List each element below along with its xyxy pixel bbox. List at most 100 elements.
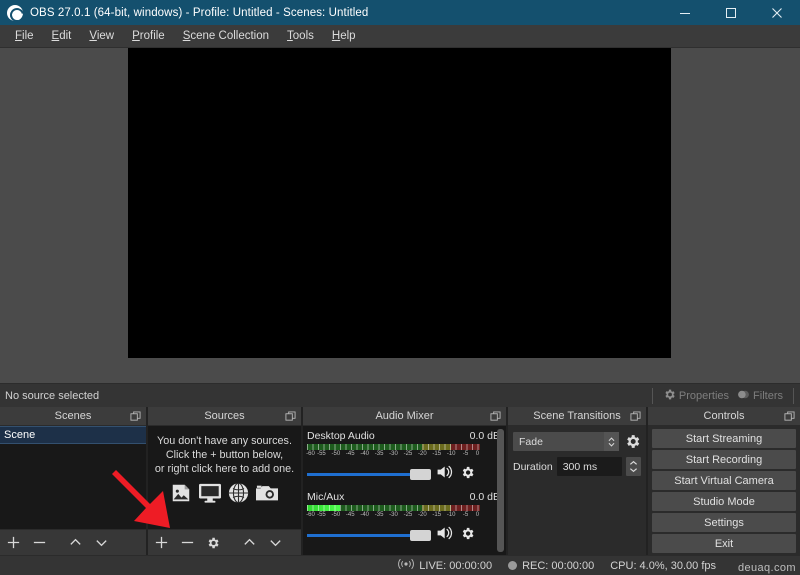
scenes-add-button[interactable] <box>0 531 26 555</box>
mic-aux-mute-button[interactable] <box>436 525 455 546</box>
duration-stepper[interactable] <box>626 457 641 476</box>
transition-select-chevrons-icon[interactable] <box>604 432 619 451</box>
obs-main-window: OBS 27.0.1 (64-bit, windows) - Profile: … <box>0 0 800 575</box>
scene-transitions-float-icon[interactable] <box>630 411 641 422</box>
menu-edit[interactable]: Edit <box>43 27 81 45</box>
mic-aux-settings-gear-icon[interactable] <box>460 526 475 546</box>
menu-help-accel: H <box>332 30 340 42</box>
status-bar: LIVE: 00:00:00 REC: 00:00:00 CPU: 4.0%, … <box>0 555 800 575</box>
scene-transitions-dock: Scene Transitions Fade <box>508 407 648 555</box>
cpu-status-group: CPU: 4.0%, 30.00 fps <box>610 560 716 572</box>
sources-add-button[interactable] <box>148 531 174 555</box>
meter-tick-label: -15 <box>432 451 441 457</box>
duration-input[interactable]: 300 ms <box>557 457 622 476</box>
gear-icon <box>663 388 676 404</box>
source-toolbar: No source selected Properties Filters <box>0 383 800 407</box>
mic-aux-db: 0.0 dB <box>470 491 500 503</box>
mic-aux-level-meter <box>307 505 480 511</box>
transition-select-row: Fade <box>513 432 641 451</box>
desktop-audio-header: Desktop Audio 0.0 dB <box>307 430 500 442</box>
controls-float-icon[interactable] <box>784 411 795 422</box>
rec-status-group: REC: 00:00:00 <box>508 560 594 572</box>
sources-move-down-button[interactable] <box>262 531 288 555</box>
scenes-title-label: Scenes <box>55 410 92 422</box>
audio-mixer-scrollbar[interactable] <box>497 429 504 552</box>
meter-tick-label: -5 <box>463 451 468 457</box>
desktop-audio-volume-slider[interactable] <box>307 468 431 482</box>
sources-empty-message: You don't have any sources. Click the + … <box>148 426 301 476</box>
image-source-icon <box>169 482 193 509</box>
sources-list[interactable]: You don't have any sources. Click the + … <box>148 426 301 529</box>
scenes-remove-button[interactable] <box>26 531 52 555</box>
sources-toolbar <box>148 529 301 555</box>
cpu-fps-readout: CPU: 4.0%, 30.00 fps <box>610 560 716 572</box>
menu-view-label: iew <box>97 30 114 42</box>
meter-tick-label: -55 <box>317 512 326 518</box>
menu-scene-collection[interactable]: Scene Collection <box>174 27 278 45</box>
meter-tick-label: -25 <box>404 451 413 457</box>
menu-file[interactable]: File <box>6 27 43 45</box>
preview-canvas[interactable] <box>128 48 671 358</box>
menu-view[interactable]: View <box>80 27 123 45</box>
exit-button[interactable]: Exit <box>652 534 796 553</box>
meter-tick-label: -40 <box>360 451 369 457</box>
live-timer: LIVE: 00:00:00 <box>419 560 492 572</box>
minimize-button[interactable] <box>662 0 708 25</box>
meter-tick-label: -10 <box>447 512 456 518</box>
sources-dock-title: Sources <box>148 407 301 426</box>
maximize-button[interactable] <box>708 0 754 25</box>
menu-tools[interactable]: Tools <box>278 27 323 45</box>
obs-logo-icon <box>7 5 23 21</box>
desktop-audio-settings-gear-icon[interactable] <box>460 465 475 485</box>
settings-button[interactable]: Settings <box>652 513 796 532</box>
filters-button[interactable]: Filters <box>733 386 787 406</box>
meter-tick-label: -10 <box>447 451 456 457</box>
properties-label: Properties <box>679 390 729 402</box>
meter-tick-label: -60 <box>306 512 315 518</box>
audio-mixer-float-icon[interactable] <box>490 411 501 422</box>
scenes-float-icon[interactable] <box>130 411 141 422</box>
menu-help-label: elp <box>340 30 355 42</box>
toolbar-divider-left <box>652 388 653 404</box>
mic-aux-volume-slider[interactable] <box>307 529 431 543</box>
meter-tick-label: 0 <box>476 451 479 457</box>
scene-list-item[interactable]: Scene <box>0 426 146 444</box>
filters-label: Filters <box>753 390 783 402</box>
meter-tick-label: -5 <box>463 512 468 518</box>
desktop-audio-scale: -60-55-50-45-40-35-30-25-20-15-10-50 <box>307 451 480 460</box>
mic-aux-name: Mic/Aux <box>307 491 344 503</box>
sources-properties-gear-icon[interactable] <box>200 531 226 555</box>
menu-profile[interactable]: Profile <box>123 27 174 45</box>
title-bar: OBS 27.0.1 (64-bit, windows) - Profile: … <box>0 0 800 25</box>
mic-aux-header: Mic/Aux 0.0 dB <box>307 491 500 503</box>
desktop-audio-mute-button[interactable] <box>436 464 455 485</box>
close-button[interactable] <box>754 0 800 25</box>
transition-properties-gear-icon[interactable] <box>623 433 641 451</box>
menu-file-label: ile <box>22 30 34 42</box>
meter-tick-label: -20 <box>418 451 427 457</box>
menu-scene-collection-label: cene Collection <box>190 30 269 42</box>
menu-bar: File Edit View Profile Scene Collection … <box>0 25 800 48</box>
preview-area[interactable] <box>0 48 800 383</box>
studio-mode-button[interactable]: Studio Mode <box>652 492 796 511</box>
transition-type-select[interactable]: Fade <box>513 432 619 451</box>
audio-mixer-title-label: Audio Mixer <box>375 410 433 422</box>
properties-button[interactable]: Properties <box>659 386 733 406</box>
menu-help[interactable]: Help <box>323 27 365 45</box>
sources-float-icon[interactable] <box>285 411 296 422</box>
start-recording-button[interactable]: Start Recording <box>652 450 796 469</box>
window-controls <box>662 0 800 25</box>
transition-duration-row: Duration 300 ms <box>513 457 641 476</box>
start-streaming-button[interactable]: Start Streaming <box>652 429 796 448</box>
meter-tick-label: -20 <box>418 512 427 518</box>
sources-empty-line-2: Click the + button below, <box>152 448 297 462</box>
sources-move-up-button[interactable] <box>236 531 262 555</box>
toolbar-divider-right <box>793 388 794 404</box>
sources-remove-button[interactable] <box>174 531 200 555</box>
scenes-move-up-button[interactable] <box>62 531 88 555</box>
scenes-move-down-button[interactable] <box>88 531 114 555</box>
scenes-list[interactable]: Scene <box>0 426 146 529</box>
start-virtual-camera-button[interactable]: Start Virtual Camera <box>652 471 796 490</box>
record-dot-icon <box>508 561 517 570</box>
meter-tick-label: -45 <box>346 512 355 518</box>
